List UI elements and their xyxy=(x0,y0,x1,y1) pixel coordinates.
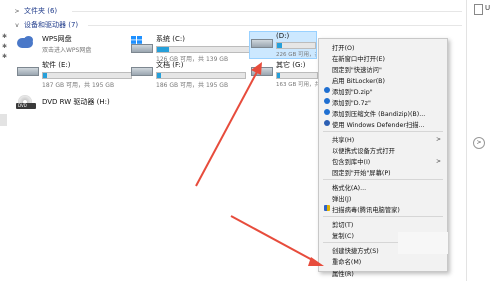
arrow-to-properties xyxy=(230,215,324,266)
annotation-arrows xyxy=(195,62,324,266)
arrow-to-drive-d xyxy=(195,62,262,187)
